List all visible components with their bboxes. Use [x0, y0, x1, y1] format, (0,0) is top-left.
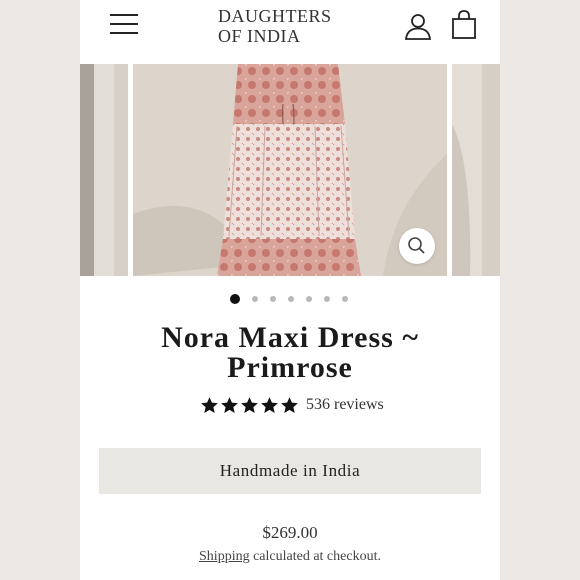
shipping-note: Shipping calculated at checkout.	[80, 549, 500, 565]
shopping-bag-icon[interactable]	[451, 10, 477, 40]
carousel-dot-1[interactable]	[230, 294, 240, 304]
product-title: Nora Maxi Dress ~ Primrose	[161, 321, 419, 384]
star-rating	[200, 396, 300, 415]
logo-line-1: DAUGHTERS	[218, 6, 332, 26]
dress-photo-left[interactable]	[80, 64, 128, 276]
handmade-badge: Handmade in India	[99, 448, 481, 494]
hamburger-menu-icon[interactable]	[110, 12, 140, 36]
handmade-badge-label: Handmade in India	[219, 461, 361, 480]
shipping-link[interactable]: Shipping	[199, 549, 250, 564]
carousel-dot-4[interactable]	[288, 296, 294, 302]
carousel-dot-5[interactable]	[306, 296, 312, 302]
star-icon	[241, 396, 258, 413]
review-count-link[interactable]: 536 reviews	[306, 396, 384, 414]
star-icon	[261, 396, 278, 413]
carousel-dot-7[interactable]	[342, 296, 348, 302]
star-icon	[201, 396, 218, 413]
brand-logo[interactable]: DAUGHTERS OF INDIA	[218, 6, 348, 46]
product-rating[interactable]: 536 reviews	[200, 394, 384, 416]
zoom-button[interactable]	[399, 228, 435, 264]
star-icon	[281, 396, 298, 413]
product-image-carousel[interactable]	[80, 64, 500, 276]
user-account-icon[interactable]	[404, 12, 432, 40]
product-price: $269.00	[262, 523, 318, 542]
product-page: DAUGHTERS OF INDIA Nora Maxi Dress ~ Pri…	[80, 0, 500, 580]
carousel-pagination	[230, 293, 360, 305]
carousel-dot-2[interactable]	[252, 296, 258, 302]
site-header: DAUGHTERS OF INDIA	[80, 0, 500, 64]
carousel-dot-6[interactable]	[324, 296, 330, 302]
star-icon	[221, 396, 238, 413]
magnifier-icon	[408, 237, 425, 254]
shipping-note-text: calculated at checkout.	[249, 549, 381, 564]
logo-line-2: OF INDIA	[218, 26, 301, 46]
carousel-dot-3[interactable]	[270, 296, 276, 302]
dress-photo-right[interactable]	[452, 64, 500, 276]
